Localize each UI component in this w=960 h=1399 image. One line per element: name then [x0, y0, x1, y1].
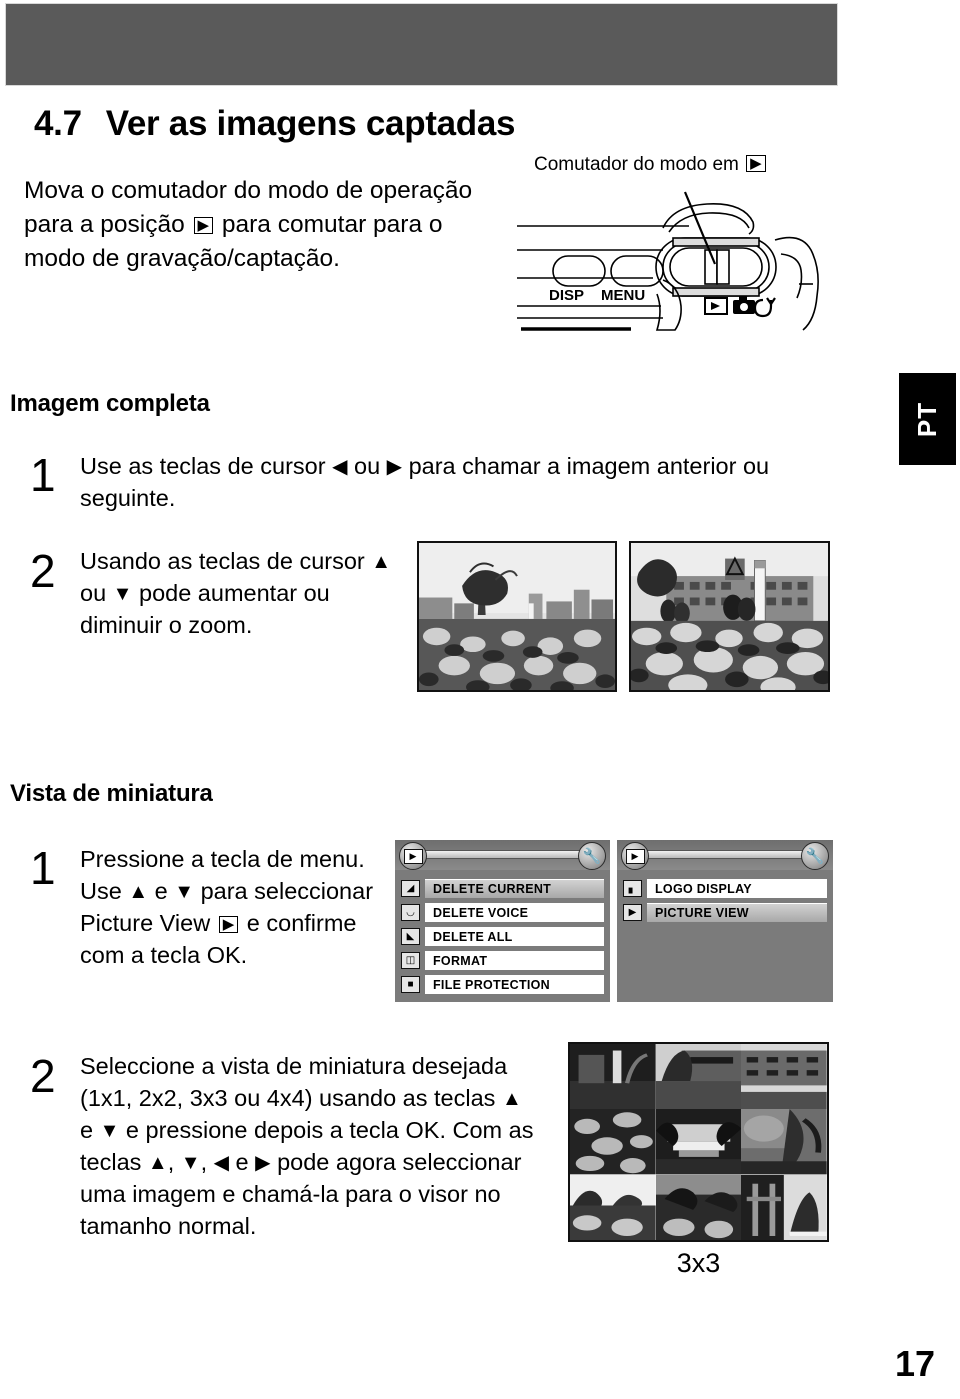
menu-item-delete-voice[interactable]: ◡ DELETE VOICE [401, 902, 604, 923]
svg-text:DISP: DISP [549, 287, 584, 304]
manual-page: 4.7 Ver as imagens captadas Mova o comuta… [0, 0, 960, 1399]
camera-menu-display: ▶ 🔧 ▖ LOGO DISPLAY ▶ PICTURE VIEW [617, 840, 833, 1002]
play-icon: ▶ [193, 217, 214, 234]
step-text-full-2: Usando as teclas de cursor ▲ ou ▼ pode a… [80, 548, 392, 638]
tab-playback[interactable]: ▶ [399, 842, 427, 870]
menu-item-label: PICTURE VIEW [647, 903, 827, 922]
menu-tab-bar: ▶ 🔧 [395, 840, 610, 870]
thumbnail-cell [570, 1174, 656, 1240]
menu-item-label: DELETE CURRENT [425, 879, 604, 898]
thumbnail-cell [741, 1109, 827, 1175]
menu-item-delete-all[interactable]: ◣ DELETE ALL [401, 926, 604, 947]
menu-item-delete-current[interactable]: ◢ DELETE CURRENT [401, 878, 604, 899]
trash-all-icon: ◣ [401, 928, 420, 945]
thumbnail-cell [570, 1044, 656, 1110]
step-text-thumb-1: Pressione a tecla de menu. Use ▲ e ▼ par… [80, 846, 374, 968]
wrench-icon: 🔧 [582, 847, 602, 865]
briefcase-lock-icon: ■ [401, 976, 420, 993]
page-title: 4.7 Ver as imagens captadas [34, 104, 516, 144]
menu-item-label: DELETE ALL [425, 927, 604, 946]
heading-vista-de-miniatura: Vista de miniatura [10, 780, 213, 807]
tab-setup[interactable]: 🔧 [578, 842, 606, 870]
step-number: 2 [30, 1050, 56, 1102]
language-tab: PT [899, 373, 956, 465]
tab-setup[interactable]: 🔧 [801, 842, 829, 870]
play-icon: ▶ [746, 155, 766, 172]
step-number: 2 [30, 545, 56, 597]
camera-illustration: DISP MENU [513, 188, 838, 333]
trash-icon: ◫ [401, 952, 420, 969]
thumbnail-cell [655, 1044, 742, 1110]
down-arrow-icon: ▼ [99, 1120, 120, 1142]
section-title: Ver as imagens captadas [105, 104, 516, 143]
top-banner [5, 3, 838, 86]
thumbnail-cell [570, 1109, 656, 1175]
down-arrow-icon: ▼ [174, 881, 195, 903]
down-arrow-icon: ▼ [112, 583, 133, 605]
menu-items: ▖ LOGO DISPLAY ▶ PICTURE VIEW [617, 870, 833, 932]
language-tab-label: PT [911, 401, 942, 437]
page-number: 17 [894, 1343, 935, 1384]
heading-imagem-completa: Imagem completa [10, 390, 210, 417]
section-intro: Mova o comutador do modo de operação par… [24, 177, 473, 272]
up-arrow-icon: ▲ [128, 881, 149, 903]
right-arrow-icon: ▶ [386, 456, 403, 478]
menu-item-label: DELETE VOICE [425, 903, 604, 922]
menu-items: ◢ DELETE CURRENT ◡ DELETE VOICE ◣ DELETE… [395, 870, 610, 1002]
thumbnail-cell [655, 1109, 742, 1175]
trash-current-icon: ◢ [401, 880, 420, 897]
right-arrow-icon: ▶ [255, 1152, 271, 1174]
left-arrow-icon: ◀ [332, 456, 348, 478]
menu-item-logo-display[interactable]: ▖ LOGO DISPLAY [623, 878, 827, 899]
menu-item-label: FILE PROTECTION [425, 975, 604, 994]
step-number: 1 [30, 449, 56, 501]
tab-playback[interactable]: ▶ [621, 842, 649, 870]
grid-size-label: 3x3 [676, 1248, 721, 1278]
wrench-icon: 🔧 [805, 847, 825, 865]
trash-voice-icon: ◡ [401, 904, 420, 921]
thumbnail-grid-photo [568, 1042, 829, 1242]
play-icon: ▶ [625, 848, 645, 864]
menu-item-file-protection[interactable]: ■ FILE PROTECTION [401, 974, 604, 995]
play-icon: ▶ [403, 848, 423, 864]
left-arrow-icon: ◀ [213, 1152, 230, 1174]
play-icon: ▶ [623, 904, 642, 921]
menu-rail [643, 850, 807, 859]
menu-item-picture-view[interactable]: ▶ PICTURE VIEW [623, 902, 827, 923]
step-text-thumb-2: Seleccione a vista de miniatura desejada… [80, 1053, 534, 1239]
camera-menu-delete: ▶ 🔧 ◢ DELETE CURRENT ◡ DELETE VOICE ◣ DE… [395, 840, 610, 1002]
menu-item-format[interactable]: ◫ FORMAT [401, 950, 604, 971]
section-number: 4.7 [34, 104, 82, 143]
thumbnail-cell [655, 1174, 742, 1240]
up-arrow-icon: ▲ [147, 1152, 168, 1174]
step-number: 1 [30, 842, 56, 894]
step-text-full-1: Use as teclas de cursor ◀ ou ▶ para cham… [80, 453, 770, 511]
menu-item-label: FORMAT [425, 951, 604, 970]
photo-wide [417, 541, 617, 692]
camera-caption-text: Comutador do modo em [534, 154, 739, 175]
logo-icon: ▖ [623, 880, 642, 897]
play-icon: ▶ [218, 916, 239, 933]
menu-rail [421, 850, 584, 859]
up-arrow-icon: ▲ [501, 1088, 522, 1110]
svg-text:MENU: MENU [601, 287, 645, 304]
down-arrow-icon: ▼ [180, 1152, 201, 1174]
thumbnail-cell [741, 1044, 827, 1110]
up-arrow-icon: ▲ [371, 551, 392, 573]
thumbnail-cell [741, 1174, 827, 1240]
menu-tab-bar: ▶ 🔧 [617, 840, 833, 870]
camera-figure-caption: Comutador do modo em ▶ [534, 154, 768, 176]
photo-zoom [629, 541, 830, 692]
menu-item-label: LOGO DISPLAY [647, 879, 827, 898]
